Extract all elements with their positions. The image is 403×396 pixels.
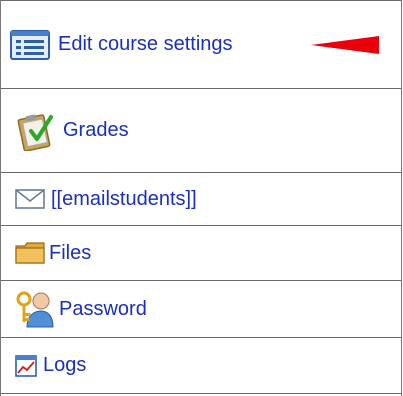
folder-icon bbox=[15, 242, 45, 264]
menu-item-emailstudents[interactable]: [[emailstudents]] bbox=[1, 172, 401, 225]
settings-list-icon bbox=[10, 29, 50, 60]
password-user-key-icon bbox=[15, 289, 55, 329]
menu-item-label: Grades bbox=[63, 119, 129, 141]
grades-clipboard-icon bbox=[15, 111, 57, 151]
menu-item-files[interactable]: Files bbox=[1, 225, 401, 280]
menu-bottom-divider bbox=[1, 393, 401, 394]
logs-chart-icon bbox=[15, 354, 37, 377]
admin-menu: Edit course settings Grades [[emailstude… bbox=[0, 0, 402, 396]
menu-item-label: Password bbox=[59, 297, 147, 320]
menu-item-grades[interactable]: Grades bbox=[1, 88, 401, 172]
menu-item-label: [[emailstudents]] bbox=[51, 187, 197, 210]
menu-item-label: Edit course settings bbox=[58, 33, 233, 55]
envelope-icon bbox=[15, 189, 45, 209]
menu-item-label: Files bbox=[49, 241, 92, 264]
menu-item-label: Logs bbox=[43, 354, 87, 376]
menu-item-password[interactable]: Password bbox=[1, 280, 401, 337]
menu-item-logs[interactable]: Logs bbox=[1, 337, 401, 393]
red-arrow-icon bbox=[309, 34, 381, 61]
